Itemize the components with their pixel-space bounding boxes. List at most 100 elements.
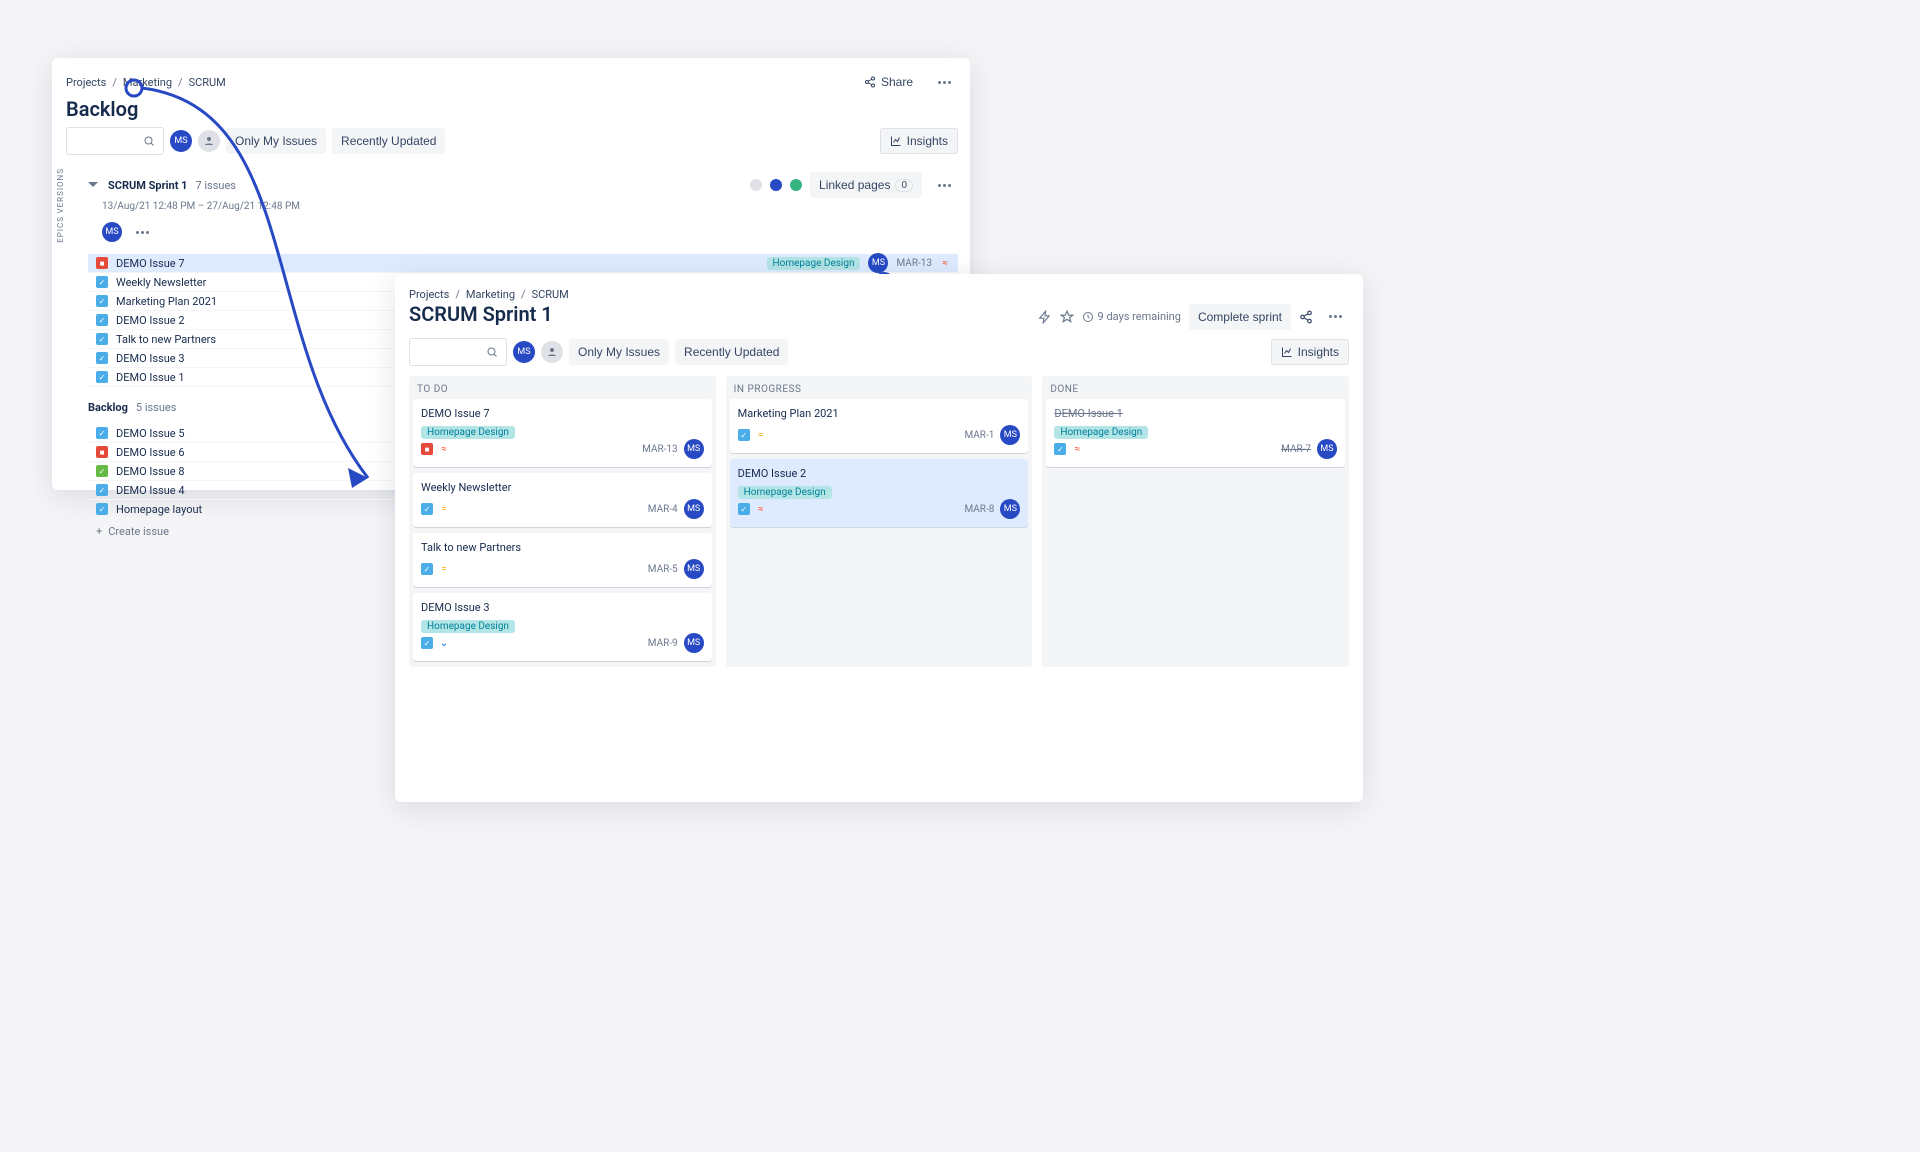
issue-row[interactable]: ■DEMO Issue 7Homepage DesignMSMAR-13≈ [88,254,958,273]
priority-icon: = [756,430,766,441]
column-header: TO DO [409,376,716,399]
share-icon[interactable] [1299,310,1313,324]
story-icon: ✓ [96,465,108,477]
card-title: DEMO Issue 3 [421,601,704,614]
column-header: IN PROGRESS [726,376,1033,399]
epic-badge[interactable]: Homepage Design [421,620,515,633]
priority-icon: = [439,504,449,515]
crumb-marketing[interactable]: Marketing [123,76,172,89]
issue-title: Marketing Plan 2021 [116,295,217,308]
epic-badge[interactable]: Homepage Design [1054,426,1148,439]
task-icon: ✓ [96,352,108,364]
card-title: Talk to new Partners [421,541,704,554]
card-title: Marketing Plan 2021 [738,407,1021,420]
task-icon: ✓ [96,314,108,326]
column-header: DONE [1042,376,1349,399]
avatar: MS [1000,425,1020,445]
task-icon: ✓ [96,503,108,515]
issue-title: DEMO Issue 1 [116,371,185,384]
board-columns: TO DODEMO Issue 7Homepage Design■≈MAR-13… [409,376,1349,667]
status-dot-blue [770,179,782,191]
search-icon [486,346,498,358]
issue-key: MAR-9 [648,638,678,649]
task-icon: ✓ [421,503,433,515]
status-dot-green [790,179,802,191]
avatar-unassigned[interactable] [541,341,563,363]
issue-title: DEMO Issue 3 [116,352,185,365]
issue-card[interactable]: DEMO Issue 7Homepage Design■≈MAR-13MS [413,399,712,467]
issue-card[interactable]: DEMO Issue 2Homepage Design✓≈MAR-8MS [730,459,1029,527]
sprint-assignee-more[interactable] [128,218,156,246]
issue-title: DEMO Issue 4 [116,484,185,497]
crumb-projects[interactable]: Projects [66,76,106,89]
issue-card[interactable]: DEMO Issue 3Homepage Design✓⌄MAR-9MS [413,593,712,661]
issue-key: MAR-7 [1281,444,1311,455]
task-icon: ✓ [1054,443,1066,455]
issue-card[interactable]: Talk to new Partners✓=MAR-5MS [413,533,712,587]
task-icon: ✓ [738,429,750,441]
search-input[interactable] [66,127,164,155]
more-button[interactable] [930,68,958,96]
issue-key: MAR-5 [648,564,678,575]
share-icon [864,76,876,88]
board-column: IN PROGRESSMarketing Plan 2021✓=MAR-1MSD… [726,376,1033,667]
avatar: MS [868,253,888,273]
task-icon: ✓ [738,503,750,515]
avatar-ms[interactable]: MS [170,130,192,152]
sprint-more-button[interactable] [930,171,958,199]
chevron-down-icon[interactable] [88,182,98,192]
crumb-scrum[interactable]: SCRUM [189,76,226,89]
issue-key: MAR-13 [896,258,932,269]
bug-icon: ■ [96,446,108,458]
epic-badge[interactable]: Homepage Design [738,486,832,499]
task-icon: ✓ [96,276,108,288]
versions-tab[interactable]: VERSIONS [56,168,65,213]
insights-button[interactable]: Insights [880,128,958,154]
issue-card[interactable]: Weekly Newsletter✓=MAR-4MS [413,473,712,527]
issue-key: MAR-4 [648,504,678,515]
epic-badge[interactable]: Homepage Design [421,426,515,439]
only-my-issues-filter[interactable]: Only My Issues [569,339,669,365]
crumb-projects[interactable]: Projects [409,288,449,301]
task-icon: ✓ [96,295,108,307]
card-title: DEMO Issue 1 [1054,407,1337,420]
crumb-marketing[interactable]: Marketing [466,288,515,301]
board-more-button[interactable] [1321,303,1349,331]
complete-sprint-button[interactable]: Complete sprint [1189,304,1291,330]
avatar-unassigned[interactable] [198,130,220,152]
issue-title: Talk to new Partners [116,333,216,346]
recently-updated-filter[interactable]: Recently Updated [332,128,445,154]
bug-icon: ■ [96,257,108,269]
star-icon[interactable] [1060,310,1074,324]
epic-badge[interactable]: Homepage Design [767,257,861,270]
priority-icon: = [439,564,449,575]
issue-key: MAR-8 [964,504,994,515]
epics-tab[interactable]: EPICS [56,216,65,243]
chart-icon [1281,346,1293,358]
priority-icon: ≈ [756,504,766,515]
insights-button[interactable]: Insights [1271,339,1349,365]
avatar: MS [1317,439,1337,459]
issue-key: MAR-13 [642,444,678,455]
share-label: Share [881,75,913,89]
issue-card[interactable]: Marketing Plan 2021✓=MAR-1MS [730,399,1029,453]
linked-pages-button[interactable]: Linked pages 0 [810,172,922,198]
task-icon: ✓ [96,333,108,345]
sprint-assignee[interactable]: MS [102,222,122,242]
bolt-icon[interactable] [1038,310,1052,324]
crumb-scrum[interactable]: SCRUM [532,288,569,301]
priority-icon: ⌄ [439,638,449,649]
issue-card[interactable]: DEMO Issue 1Homepage Design✓≈MAR-7MS [1046,399,1345,467]
only-my-issues-filter[interactable]: Only My Issues [226,128,326,154]
sprint-count: 7 issues [195,179,236,192]
bug-icon: ■ [421,443,433,455]
task-icon: ✓ [96,484,108,496]
avatar-ms[interactable]: MS [513,341,535,363]
issue-title: Weekly Newsletter [116,276,206,289]
board-title: SCRUM Sprint 1 [409,302,553,326]
share-button[interactable]: Share [855,69,922,95]
search-input[interactable] [409,338,507,366]
avatar: MS [684,439,704,459]
task-icon: ✓ [96,371,108,383]
recently-updated-filter[interactable]: Recently Updated [675,339,788,365]
